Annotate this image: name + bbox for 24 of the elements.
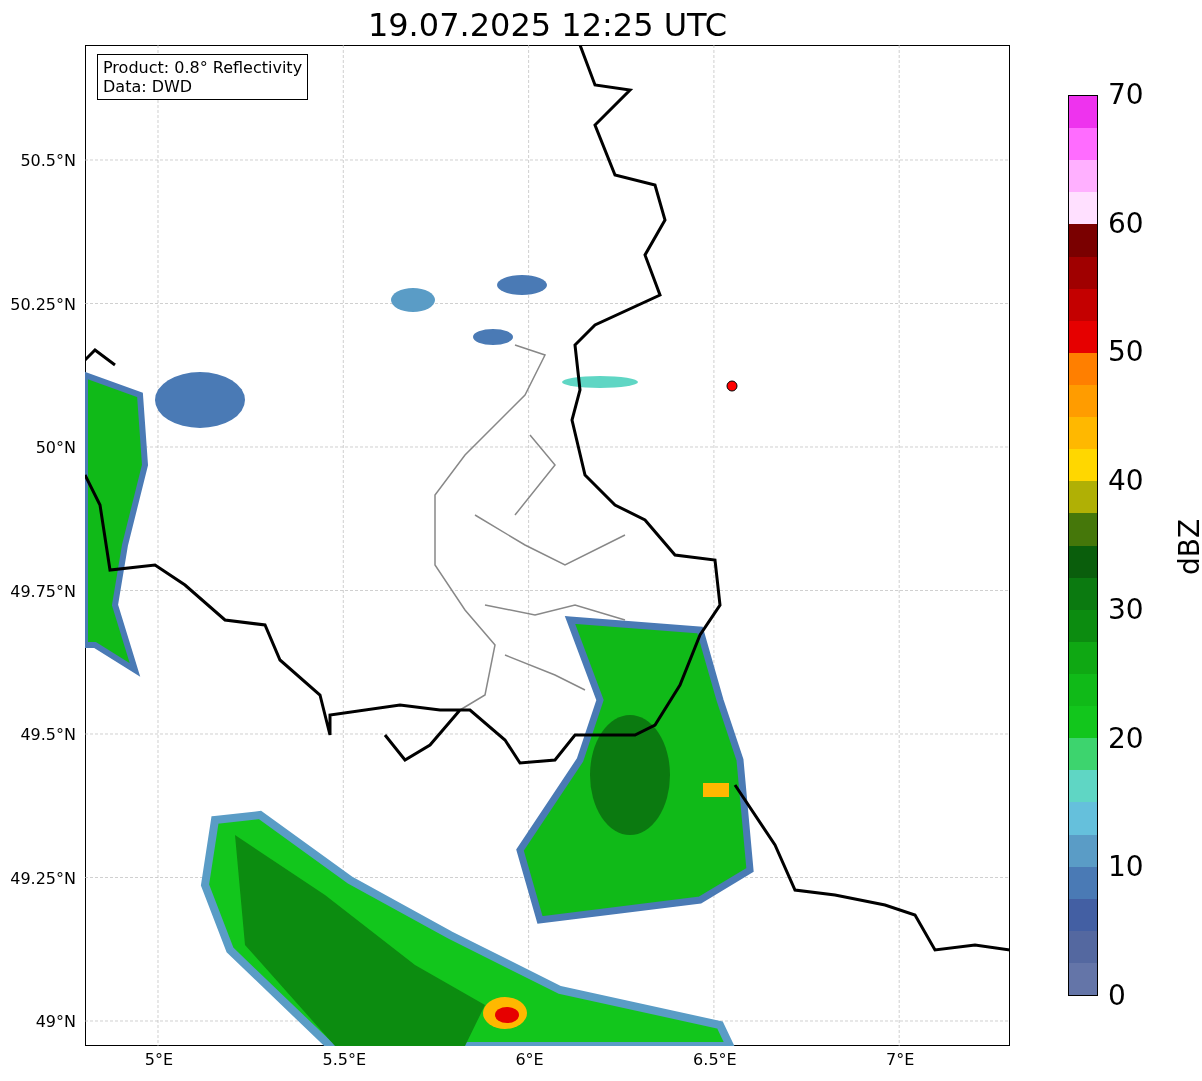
longitude-label: 6°E	[514, 1050, 545, 1070]
latitude-label: 49.25°N	[10, 868, 76, 889]
latitude-label: 50.5°N	[20, 151, 76, 171]
latitude-label: 49.75°N	[10, 581, 76, 602]
colorbar-tick-label: 10	[1108, 850, 1144, 885]
colorbar-tick-label: 30	[1108, 592, 1144, 627]
longitude-label: 5.5°E	[321, 1050, 368, 1070]
colorbar-label: dBZ	[1173, 518, 1202, 576]
plot-title: 19.07.2025 12:25 UTC	[366, 5, 729, 45]
colorbar-tick-label: 50	[1108, 335, 1144, 370]
longitude-label: 7°E	[885, 1050, 916, 1070]
info-text: Data: DWD	[103, 77, 194, 96]
colorbar-tick-label: 60	[1108, 206, 1144, 241]
colorbar-tick-label: 20	[1108, 721, 1144, 756]
latitude-label: 50°N	[35, 438, 76, 458]
latitude-label: 49.5°N	[20, 725, 76, 745]
longitude-label: 5°E	[143, 1050, 175, 1070]
latitude-label: 49°N	[35, 1012, 76, 1032]
latitude-label: 50.25°N	[10, 294, 76, 315]
info-text: Product: 0.8° Reflectivity	[103, 58, 303, 77]
colorbar-tick-label: 70	[1108, 78, 1144, 112]
colorbar-tick-label: 40	[1108, 464, 1144, 499]
longitude-label: 6.5°E	[692, 1050, 738, 1070]
colorbar-tick-label: 0	[1108, 979, 1126, 1013]
